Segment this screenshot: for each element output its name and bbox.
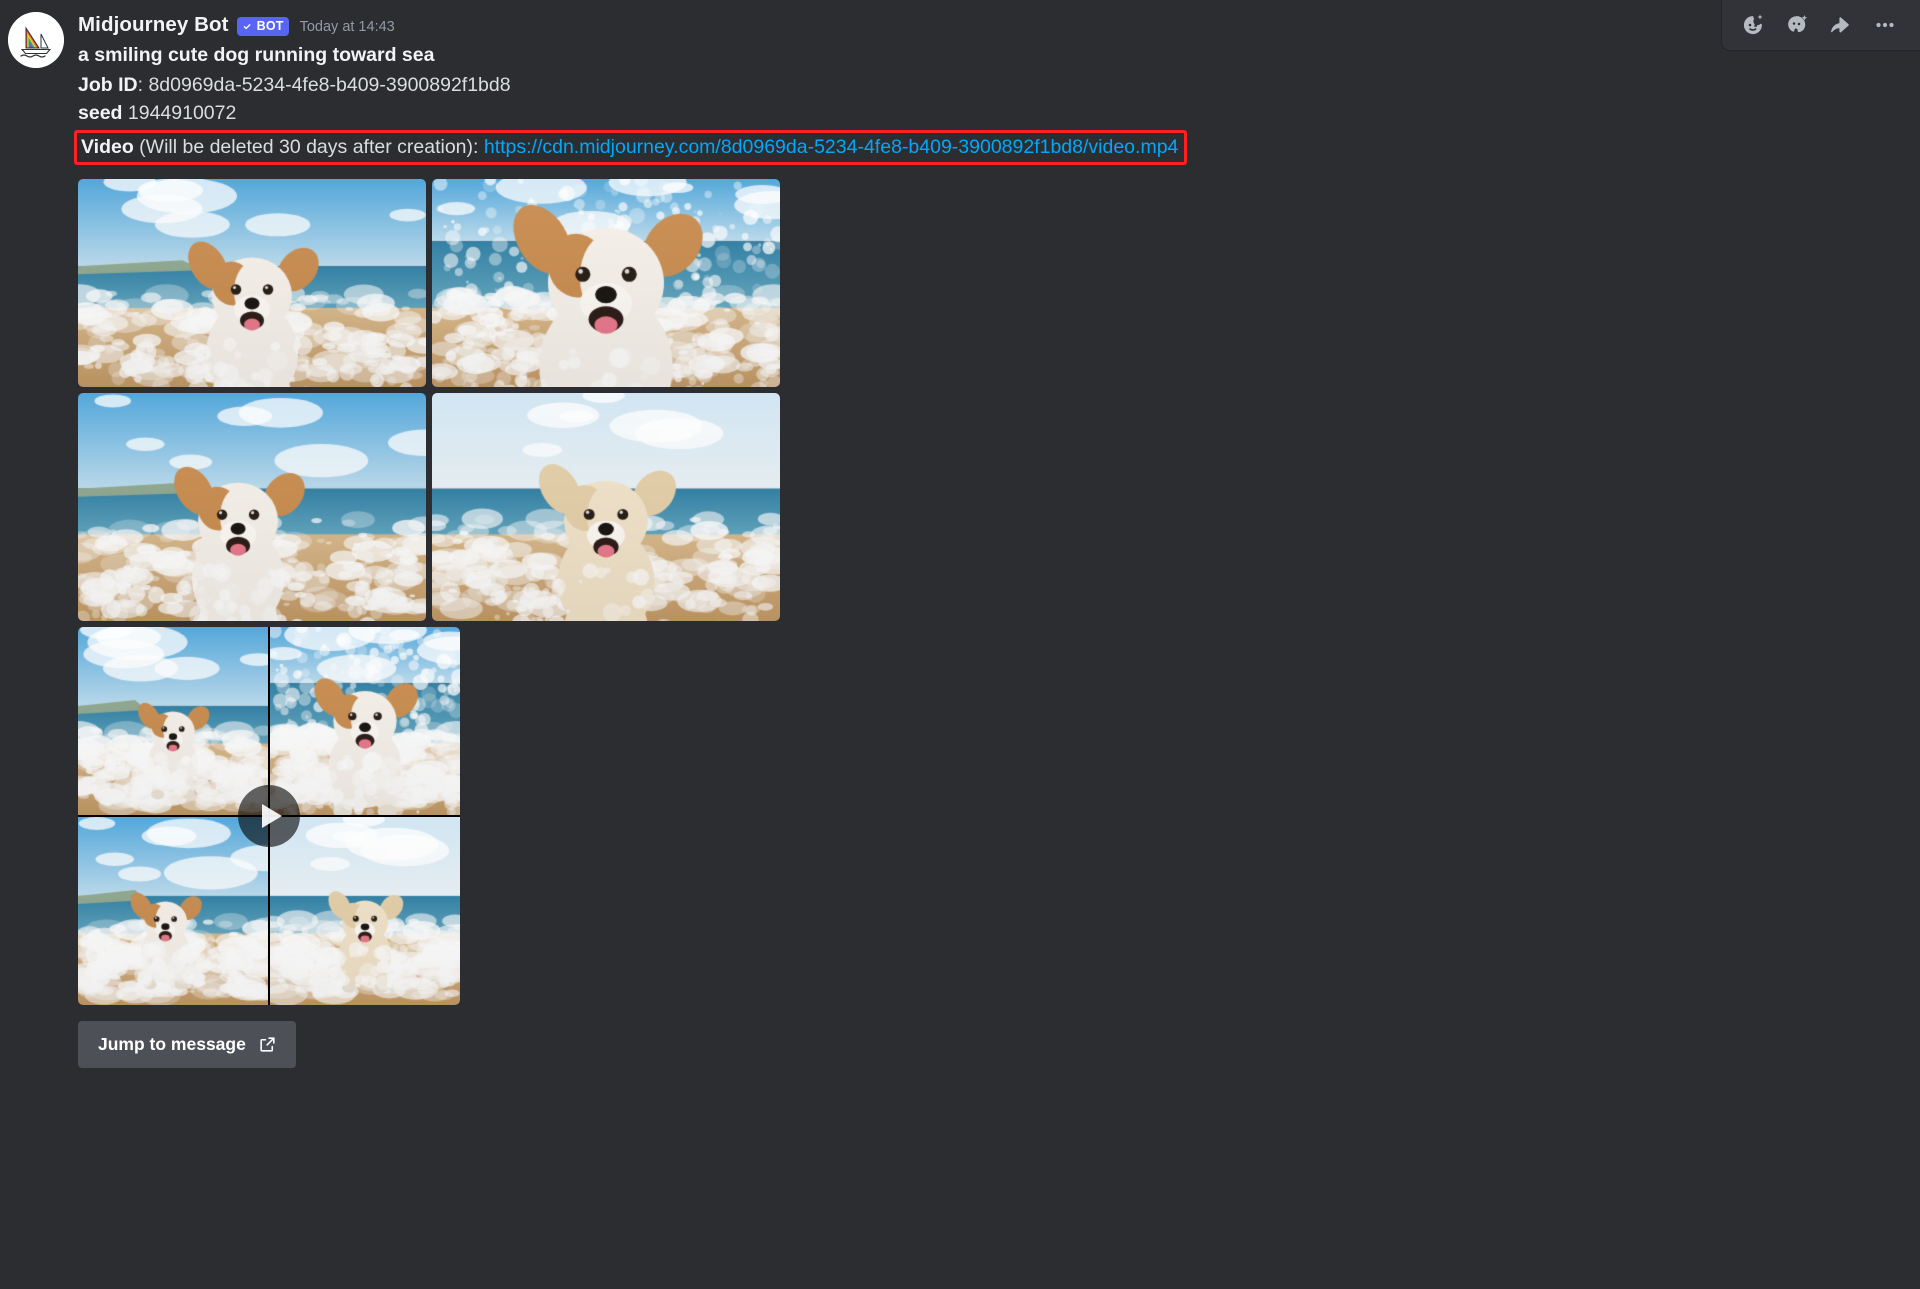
jump-to-message-button[interactable]: Jump to message [78, 1020, 296, 1068]
prompt-text: a smiling cute dog running toward sea [78, 44, 435, 66]
video-link-highlight-box: Video (Will be deleted 30 days after cre… [74, 129, 1188, 165]
job-id-label: Job ID [78, 73, 138, 96]
discord-message-view: Midjourney Bot BOT Today at 14:43 a smil… [0, 0, 1920, 1289]
message-author[interactable]: Midjourney Bot [78, 14, 229, 36]
video-preview-quadrants [78, 626, 460, 1005]
avatar[interactable] [8, 12, 64, 68]
message-hover-toolbar [1722, 0, 1920, 50]
message-content: Midjourney Bot BOT Today at 14:43 a smil… [74, 10, 1678, 1068]
midjourney-sailboat-icon [8, 12, 64, 68]
jump-to-message-label: Jump to message [98, 1033, 246, 1054]
grid-image-4[interactable] [432, 392, 780, 621]
seed-line: seed 1944910072 [78, 100, 1678, 128]
job-id-separator: : [137, 73, 149, 96]
video-url-link[interactable]: https://cdn.midjourney.com/8d0969da-5234… [484, 136, 1179, 158]
grid-image-3[interactable] [78, 392, 426, 621]
bot-badge-label: BOT [256, 18, 284, 33]
grid-image-1[interactable] [78, 178, 426, 387]
bot-badge: BOT [236, 16, 289, 36]
job-id-line: Job ID: 8d0969da-5234-4fe8-b409-3900892f… [78, 72, 1678, 100]
add-super-reaction-icon[interactable] [1776, 4, 1818, 46]
image-grid [78, 178, 780, 621]
reply-icon[interactable] [1820, 4, 1862, 46]
seed-value: 1944910072 [127, 102, 237, 124]
message-timestamp: Today at 14:43 [299, 19, 395, 35]
message-header: Midjourney Bot BOT Today at 14:43 [78, 10, 1678, 40]
external-link-icon [260, 1036, 275, 1052]
video-note: (Will be deleted 30 days after creation)… [133, 135, 484, 158]
video-attachment[interactable] [78, 626, 460, 1005]
verified-check-icon [243, 23, 251, 29]
job-id-value: 8d0969da-5234-4fe8-b409-3900892f1bd8 [148, 73, 511, 96]
grid-image-2[interactable] [432, 178, 780, 387]
more-options-icon[interactable] [1864, 4, 1906, 46]
add-reaction-icon[interactable] [1732, 4, 1774, 46]
video-line: Video (Will be deleted 30 days after cre… [81, 134, 1178, 160]
video-label: Video [81, 135, 134, 158]
seed-label: seed [78, 102, 123, 124]
